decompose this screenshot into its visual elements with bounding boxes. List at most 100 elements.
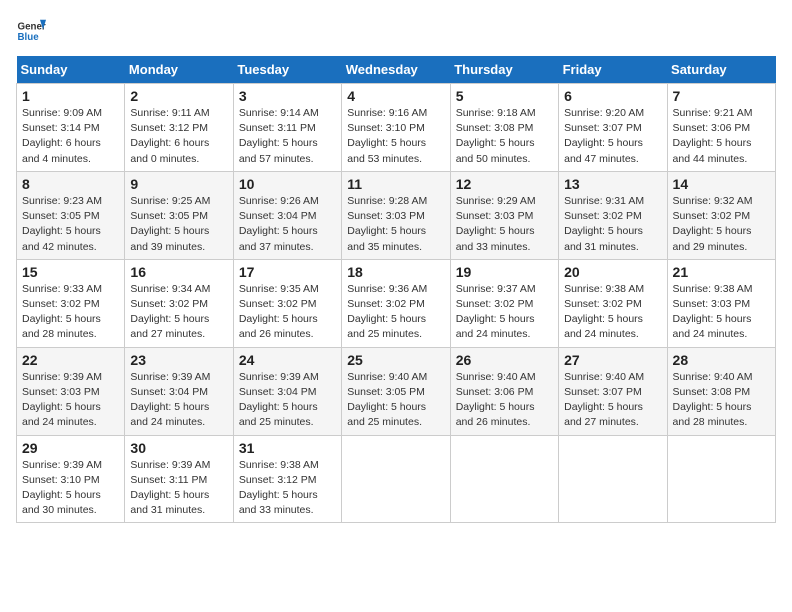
day-number: 7 [673, 88, 770, 104]
day-number: 19 [456, 264, 553, 280]
day-info: Sunrise: 9:40 AMSunset: 3:06 PMDaylight:… [456, 370, 553, 431]
calendar-day-cell: 5 Sunrise: 9:18 AMSunset: 3:08 PMDayligh… [450, 84, 558, 172]
calendar-day-cell [450, 435, 558, 523]
day-number: 25 [347, 352, 444, 368]
day-info: Sunrise: 9:28 AMSunset: 3:03 PMDaylight:… [347, 194, 444, 255]
day-number: 17 [239, 264, 336, 280]
day-number: 23 [130, 352, 227, 368]
day-number: 8 [22, 176, 119, 192]
day-info: Sunrise: 9:29 AMSunset: 3:03 PMDaylight:… [456, 194, 553, 255]
day-number: 31 [239, 440, 336, 456]
day-info: Sunrise: 9:40 AMSunset: 3:08 PMDaylight:… [673, 370, 770, 431]
calendar-day-cell: 10 Sunrise: 9:26 AMSunset: 3:04 PMDaylig… [233, 171, 341, 259]
day-info: Sunrise: 9:36 AMSunset: 3:02 PMDaylight:… [347, 282, 444, 343]
day-number: 18 [347, 264, 444, 280]
calendar-day-cell: 13 Sunrise: 9:31 AMSunset: 3:02 PMDaylig… [559, 171, 667, 259]
day-number: 24 [239, 352, 336, 368]
calendar-day-cell: 23 Sunrise: 9:39 AMSunset: 3:04 PMDaylig… [125, 347, 233, 435]
calendar-week-row: 29 Sunrise: 9:39 AMSunset: 3:10 PMDaylig… [17, 435, 776, 523]
day-info: Sunrise: 9:38 AMSunset: 3:12 PMDaylight:… [239, 458, 336, 519]
calendar-day-cell: 26 Sunrise: 9:40 AMSunset: 3:06 PMDaylig… [450, 347, 558, 435]
day-number: 4 [347, 88, 444, 104]
calendar-week-row: 22 Sunrise: 9:39 AMSunset: 3:03 PMDaylig… [17, 347, 776, 435]
header: General Blue [16, 16, 776, 46]
weekday-header: Thursday [450, 56, 558, 84]
calendar-week-row: 1 Sunrise: 9:09 AMSunset: 3:14 PMDayligh… [17, 84, 776, 172]
day-info: Sunrise: 9:09 AMSunset: 3:14 PMDaylight:… [22, 106, 119, 167]
day-info: Sunrise: 9:18 AMSunset: 3:08 PMDaylight:… [456, 106, 553, 167]
calendar-day-cell: 29 Sunrise: 9:39 AMSunset: 3:10 PMDaylig… [17, 435, 125, 523]
day-number: 27 [564, 352, 661, 368]
day-number: 2 [130, 88, 227, 104]
calendar-day-cell [342, 435, 450, 523]
day-info: Sunrise: 9:39 AMSunset: 3:04 PMDaylight:… [239, 370, 336, 431]
calendar-day-cell: 14 Sunrise: 9:32 AMSunset: 3:02 PMDaylig… [667, 171, 775, 259]
day-info: Sunrise: 9:26 AMSunset: 3:04 PMDaylight:… [239, 194, 336, 255]
day-number: 13 [564, 176, 661, 192]
calendar-day-cell: 9 Sunrise: 9:25 AMSunset: 3:05 PMDayligh… [125, 171, 233, 259]
day-number: 26 [456, 352, 553, 368]
day-number: 20 [564, 264, 661, 280]
day-number: 3 [239, 88, 336, 104]
calendar-day-cell: 7 Sunrise: 9:21 AMSunset: 3:06 PMDayligh… [667, 84, 775, 172]
calendar-day-cell: 8 Sunrise: 9:23 AMSunset: 3:05 PMDayligh… [17, 171, 125, 259]
day-number: 10 [239, 176, 336, 192]
day-info: Sunrise: 9:25 AMSunset: 3:05 PMDaylight:… [130, 194, 227, 255]
day-number: 30 [130, 440, 227, 456]
day-number: 21 [673, 264, 770, 280]
day-info: Sunrise: 9:39 AMSunset: 3:10 PMDaylight:… [22, 458, 119, 519]
day-number: 6 [564, 88, 661, 104]
calendar-table: SundayMondayTuesdayWednesdayThursdayFrid… [16, 56, 776, 523]
day-info: Sunrise: 9:37 AMSunset: 3:02 PMDaylight:… [456, 282, 553, 343]
calendar-day-cell: 19 Sunrise: 9:37 AMSunset: 3:02 PMDaylig… [450, 259, 558, 347]
day-number: 28 [673, 352, 770, 368]
day-info: Sunrise: 9:11 AMSunset: 3:12 PMDaylight:… [130, 106, 227, 167]
weekday-header: Tuesday [233, 56, 341, 84]
calendar-day-cell: 4 Sunrise: 9:16 AMSunset: 3:10 PMDayligh… [342, 84, 450, 172]
calendar-day-cell: 24 Sunrise: 9:39 AMSunset: 3:04 PMDaylig… [233, 347, 341, 435]
calendar-day-cell: 3 Sunrise: 9:14 AMSunset: 3:11 PMDayligh… [233, 84, 341, 172]
weekday-header: Wednesday [342, 56, 450, 84]
calendar-day-cell: 15 Sunrise: 9:33 AMSunset: 3:02 PMDaylig… [17, 259, 125, 347]
svg-text:Blue: Blue [18, 32, 40, 43]
day-info: Sunrise: 9:35 AMSunset: 3:02 PMDaylight:… [239, 282, 336, 343]
calendar-day-cell: 11 Sunrise: 9:28 AMSunset: 3:03 PMDaylig… [342, 171, 450, 259]
calendar-week-row: 15 Sunrise: 9:33 AMSunset: 3:02 PMDaylig… [17, 259, 776, 347]
day-info: Sunrise: 9:20 AMSunset: 3:07 PMDaylight:… [564, 106, 661, 167]
day-number: 22 [22, 352, 119, 368]
calendar-day-cell: 31 Sunrise: 9:38 AMSunset: 3:12 PMDaylig… [233, 435, 341, 523]
calendar-week-row: 8 Sunrise: 9:23 AMSunset: 3:05 PMDayligh… [17, 171, 776, 259]
day-info: Sunrise: 9:40 AMSunset: 3:05 PMDaylight:… [347, 370, 444, 431]
day-number: 11 [347, 176, 444, 192]
calendar-day-cell: 28 Sunrise: 9:40 AMSunset: 3:08 PMDaylig… [667, 347, 775, 435]
day-info: Sunrise: 9:38 AMSunset: 3:02 PMDaylight:… [564, 282, 661, 343]
day-info: Sunrise: 9:40 AMSunset: 3:07 PMDaylight:… [564, 370, 661, 431]
day-number: 9 [130, 176, 227, 192]
day-info: Sunrise: 9:23 AMSunset: 3:05 PMDaylight:… [22, 194, 119, 255]
day-number: 29 [22, 440, 119, 456]
calendar-day-cell: 17 Sunrise: 9:35 AMSunset: 3:02 PMDaylig… [233, 259, 341, 347]
calendar-day-cell: 25 Sunrise: 9:40 AMSunset: 3:05 PMDaylig… [342, 347, 450, 435]
day-info: Sunrise: 9:39 AMSunset: 3:11 PMDaylight:… [130, 458, 227, 519]
weekday-header: Monday [125, 56, 233, 84]
weekday-header: Saturday [667, 56, 775, 84]
calendar-day-cell: 1 Sunrise: 9:09 AMSunset: 3:14 PMDayligh… [17, 84, 125, 172]
calendar-day-cell: 27 Sunrise: 9:40 AMSunset: 3:07 PMDaylig… [559, 347, 667, 435]
calendar-day-cell: 6 Sunrise: 9:20 AMSunset: 3:07 PMDayligh… [559, 84, 667, 172]
day-info: Sunrise: 9:21 AMSunset: 3:06 PMDaylight:… [673, 106, 770, 167]
calendar-day-cell: 30 Sunrise: 9:39 AMSunset: 3:11 PMDaylig… [125, 435, 233, 523]
calendar-day-cell: 20 Sunrise: 9:38 AMSunset: 3:02 PMDaylig… [559, 259, 667, 347]
day-info: Sunrise: 9:39 AMSunset: 3:04 PMDaylight:… [130, 370, 227, 431]
day-info: Sunrise: 9:33 AMSunset: 3:02 PMDaylight:… [22, 282, 119, 343]
logo: General Blue [16, 16, 46, 46]
day-info: Sunrise: 9:31 AMSunset: 3:02 PMDaylight:… [564, 194, 661, 255]
weekday-header: Friday [559, 56, 667, 84]
weekday-header: Sunday [17, 56, 125, 84]
calendar-day-cell: 21 Sunrise: 9:38 AMSunset: 3:03 PMDaylig… [667, 259, 775, 347]
calendar-day-cell: 22 Sunrise: 9:39 AMSunset: 3:03 PMDaylig… [17, 347, 125, 435]
calendar-day-cell: 18 Sunrise: 9:36 AMSunset: 3:02 PMDaylig… [342, 259, 450, 347]
weekday-header-row: SundayMondayTuesdayWednesdayThursdayFrid… [17, 56, 776, 84]
calendar-day-cell [559, 435, 667, 523]
day-number: 15 [22, 264, 119, 280]
day-number: 1 [22, 88, 119, 104]
